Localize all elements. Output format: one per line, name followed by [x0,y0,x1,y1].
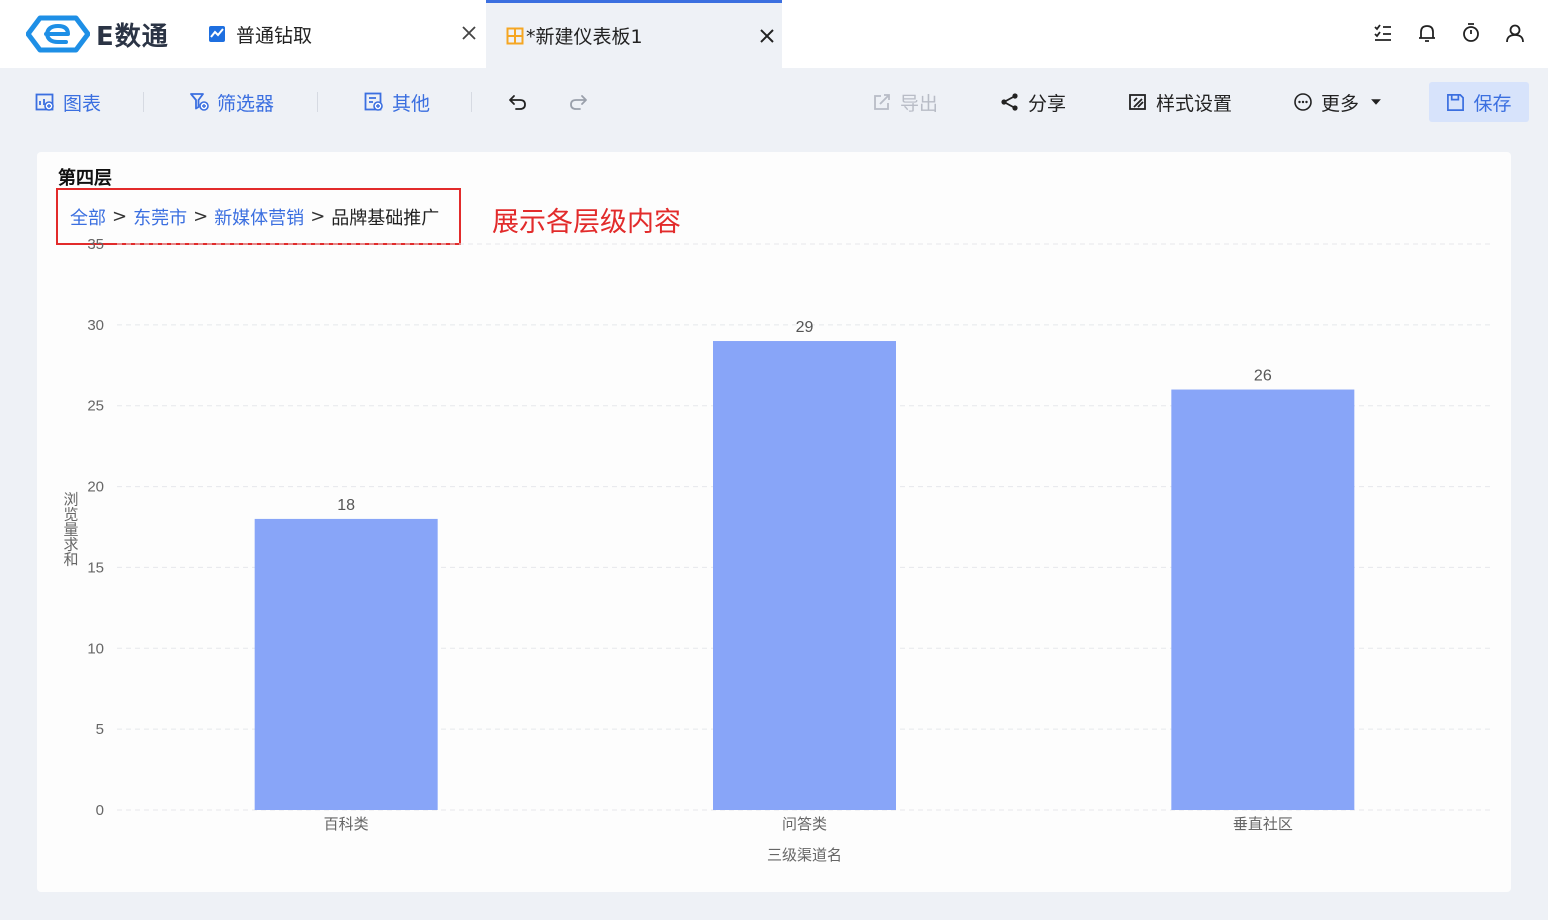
other-button[interactable]: 其他 [364,82,430,122]
y-tick-label: 20 [87,479,104,496]
bar [254,518,438,810]
share-button[interactable]: 分享 [1000,82,1066,122]
top-bar: E数通 普通钻取 *新建仪表板1 [0,0,1548,68]
filter-button[interactable]: 筛选器 [189,82,274,122]
tab-label: *新建仪表板1 [526,26,643,48]
timer-icon[interactable] [1460,22,1482,44]
export-icon [874,94,890,110]
more-button[interactable]: 更多 [1293,82,1383,122]
undo-icon [509,95,526,110]
chart-button-label: 图表 [63,92,102,115]
y-axis-title: 浏览量求和 [62,492,79,567]
line-chart-icon [209,26,225,42]
add-chart-icon [35,93,54,111]
more-icon [1294,93,1312,111]
divider [143,92,144,112]
x-axis-title: 三级渠道名 [767,847,842,864]
dashboard-icon [506,27,524,44]
save-button[interactable]: 保存 [1429,82,1529,122]
bar-chart: 0 5 10 15 20 25 30 35 18 百科类 29 问答类 26 垂直社区三级渠道名 浏览量求和 [62,236,1492,864]
divider [471,92,472,112]
export-button[interactable]: 导出 [872,82,938,122]
other-button-label: 其他 [392,92,431,115]
add-component-icon [364,92,383,111]
tab-normal-drill[interactable]: 普通钻取 [196,0,484,68]
toolbar: 图表 筛选器 其他 导出 分享 样式设置 更多 [0,68,1548,136]
chart-button[interactable]: 图表 [35,82,101,122]
data-label: 29 [796,319,814,336]
style-settings-icon [1129,94,1146,110]
tab-new-dashboard[interactable]: *新建仪表板1 [486,0,782,68]
redo-icon [570,95,587,110]
x-tick-label: 垂直社区 [1233,816,1293,833]
y-tick-label: 15 [87,559,104,576]
y-tick-label: 35 [87,236,104,253]
top-right-icons [1372,22,1526,44]
bar [1171,389,1355,810]
x-tick-label: 百科类 [324,816,369,833]
more-button-label: 更多 [1321,92,1360,115]
y-tick-label: 30 [87,317,104,334]
add-filter-icon [190,93,209,111]
divider [317,92,318,112]
share-icon [1001,93,1018,111]
undo-button[interactable] [508,82,536,122]
data-label: 18 [337,497,355,514]
logo-icon [26,15,90,53]
close-icon[interactable] [758,27,776,45]
y-tick-label: 25 [87,398,104,415]
y-tick-label: 5 [96,721,104,738]
caret-down-icon [1371,99,1381,105]
task-list-icon[interactable] [1372,22,1394,44]
x-tick-label: 问答类 [782,816,827,833]
style-settings-label: 样式设置 [1156,92,1233,115]
chart-card: 第四层 全部 > 东莞市 > 新媒体营销 > 品牌基础推广 展示各层级内容 05… [37,152,1511,892]
filter-button-label: 筛选器 [217,92,275,115]
save-icon [1447,93,1465,111]
data-label: 26 [1254,368,1272,385]
tab-label: 普通钻取 [236,24,313,47]
brand-logo[interactable]: E数通 [26,14,169,54]
export-button-label: 导出 [900,92,939,115]
bar [713,341,896,810]
y-tick-label: 10 [87,640,104,657]
brand-name: E数通 [96,21,169,52]
y-tick-label: 0 [96,802,104,819]
share-button-label: 分享 [1028,92,1067,115]
redo-button[interactable] [568,82,596,122]
bell-icon[interactable] [1416,22,1438,44]
close-icon[interactable] [460,24,478,42]
style-settings-button[interactable]: 样式设置 [1128,82,1232,122]
save-button-label: 保存 [1473,92,1512,115]
user-icon[interactable] [1504,22,1526,44]
